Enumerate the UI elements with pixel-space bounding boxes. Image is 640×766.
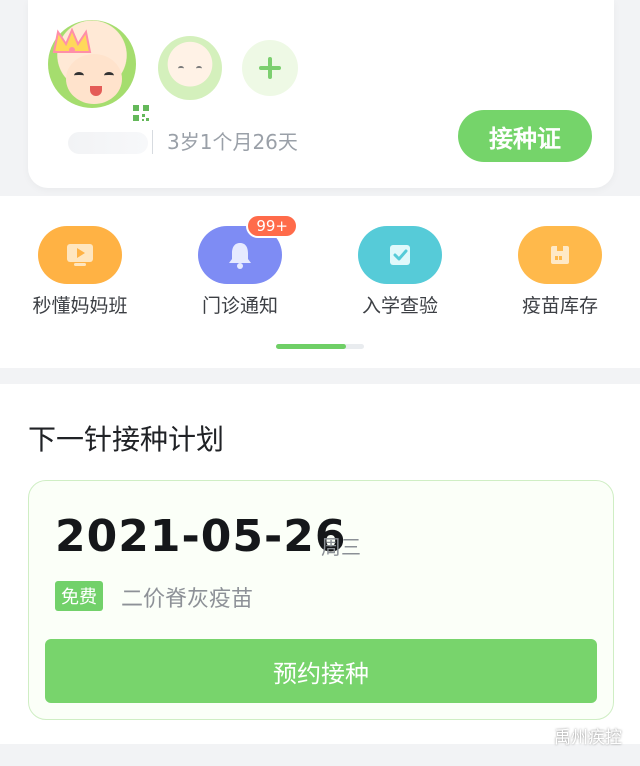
wechat-icon xyxy=(524,726,548,744)
child-face xyxy=(66,54,122,104)
shortcut-mom-class[interactable]: 秒懂妈妈班 xyxy=(10,226,150,318)
shortcut-label: 秒懂妈妈班 xyxy=(32,295,128,317)
box-icon xyxy=(518,226,602,284)
shortcut-label: 入学查验 xyxy=(361,295,438,317)
child-avatar-main[interactable] xyxy=(48,20,152,124)
add-child-button[interactable] xyxy=(242,40,298,96)
shortcut-clinic-notice[interactable]: 99+ 门诊通知 xyxy=(170,214,310,318)
watermark-text: 禹州疾控 xyxy=(554,728,622,748)
shortcut-vaccine-stock[interactable]: 疫苗库存 xyxy=(490,226,630,318)
vaccination-certificate-button[interactable]: 接种证 xyxy=(458,110,592,162)
crown-icon xyxy=(52,28,92,53)
qr-code-icon[interactable] xyxy=(130,102,152,124)
watermark: 禹州疾控 xyxy=(524,723,622,748)
carousel-indicator xyxy=(276,344,364,349)
checkbox-icon xyxy=(358,226,442,284)
next-vaccination-plan: 下一针接种计划 2021-05-26 周三 免费 二价脊灰疫苗 预约接种 xyxy=(0,384,640,744)
child-avatar-secondary[interactable] xyxy=(158,36,222,100)
plan-date: 2021-05-26 xyxy=(55,511,347,562)
child-profile-card: 3岁1个月26天 接种证 xyxy=(28,0,614,188)
child-name-blurred xyxy=(68,132,148,154)
child-age: 3岁1个月26天 xyxy=(152,130,298,154)
shortcut-panel: 秒懂妈妈班 99+ 门诊通知 入学查验 疫苗库存 xyxy=(0,196,640,368)
notification-badge: 99+ xyxy=(246,214,298,238)
section-title: 下一针接种计划 xyxy=(28,423,225,456)
plan-card: 2021-05-26 周三 免费 二价脊灰疫苗 预约接种 xyxy=(28,480,614,720)
free-tag: 免费 xyxy=(55,581,103,611)
vaccine-name: 二价脊灰疫苗 xyxy=(121,587,254,612)
shortcut-label: 疫苗库存 xyxy=(521,295,598,317)
shortcut-school-check[interactable]: 入学查验 xyxy=(330,226,470,318)
video-icon xyxy=(38,226,122,284)
carousel-indicator-active xyxy=(276,344,347,349)
bell-icon: 99+ xyxy=(198,214,298,284)
plus-icon xyxy=(259,57,281,79)
book-appointment-button[interactable]: 预约接种 xyxy=(45,639,597,703)
shortcut-label: 门诊通知 xyxy=(201,295,278,317)
plan-weekday: 周三 xyxy=(321,535,361,559)
